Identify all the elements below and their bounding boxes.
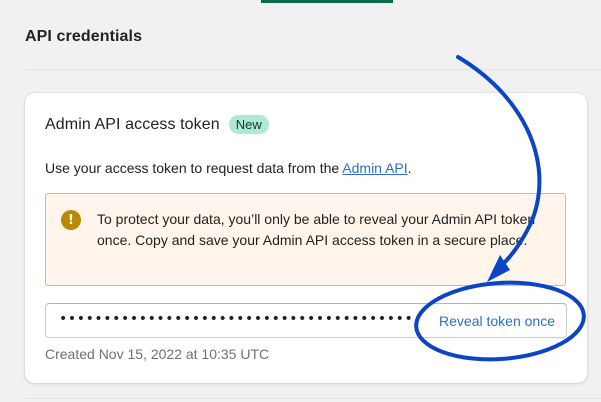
warning-icon: !: [61, 210, 81, 230]
description-suffix: .: [407, 160, 412, 176]
description-prefix: Use your access token to request data fr…: [45, 160, 343, 176]
section-title: API credentials: [25, 28, 143, 45]
card-header: Admin API access token New: [45, 115, 269, 134]
new-badge: New: [228, 115, 269, 134]
active-tab-indicator: [261, 0, 393, 3]
card-title: Admin API access token: [45, 115, 220, 133]
masked-token-value: ••••••••••••••••••••••••••••••••••••••••: [59, 311, 414, 327]
admin-api-token-card: Admin API access token New Use your acce…: [25, 93, 587, 383]
section-divider: [25, 69, 601, 70]
reveal-token-button[interactable]: Reveal token once: [439, 313, 555, 329]
page: API credentials Admin API access token N…: [0, 0, 601, 402]
warning-banner-text: To protect your data, you’ll only be abl…: [97, 211, 536, 248]
warning-banner: ! To protect your data, you’ll only be a…: [45, 193, 566, 286]
token-created-timestamp: Created Nov 15, 2022 at 10:35 UTC: [45, 346, 270, 362]
card-description: Use your access token to request data fr…: [45, 160, 412, 176]
admin-api-link[interactable]: Admin API: [342, 160, 407, 176]
access-token-field[interactable]: ••••••••••••••••••••••••••••••••••••••••…: [45, 303, 567, 338]
bottom-divider: [25, 398, 601, 399]
